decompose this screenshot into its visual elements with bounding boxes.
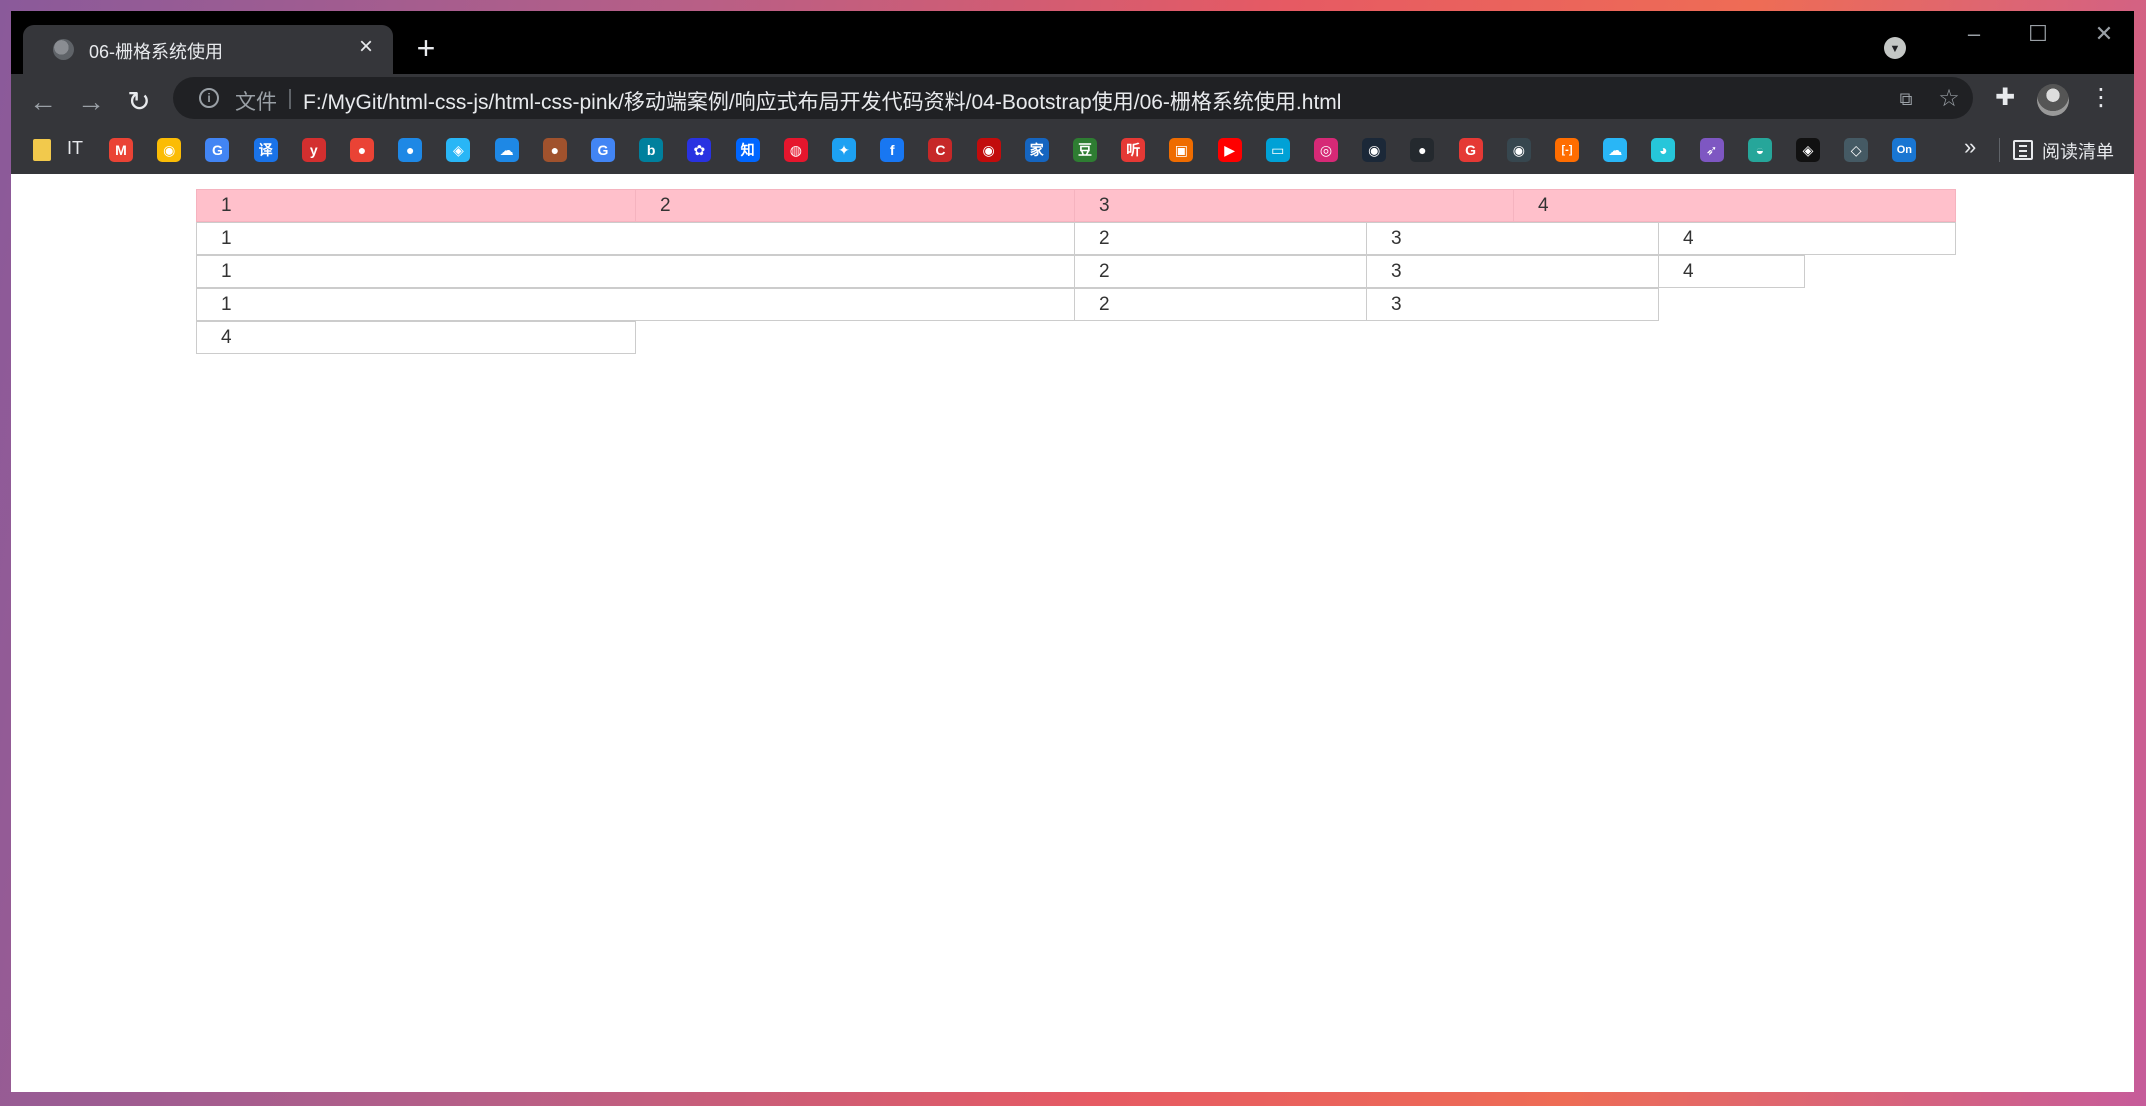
new-tab-button[interactable]: +: [408, 31, 444, 67]
cloud-share-icon[interactable]: ◈: [446, 138, 471, 162]
grid-cell: 4: [196, 321, 636, 354]
baidu-icon[interactable]: ✿: [687, 138, 712, 162]
address-separator: [289, 89, 291, 109]
grid-cell: 3: [1366, 288, 1659, 321]
g-red-icon[interactable]: G: [1458, 138, 1483, 162]
google-translate-icon[interactable]: G: [205, 138, 230, 162]
bilibili-game-icon[interactable]: ▣: [1169, 138, 1194, 162]
bracket-icon[interactable]: [-]: [1555, 138, 1579, 162]
reload-icon[interactable]: ↻: [122, 85, 156, 119]
codepen-icon[interactable]: ◈: [1796, 138, 1820, 162]
tab-strip: 06-栅格系统使用 × + ▼ – ☐ ✕: [11, 11, 2134, 74]
youdao-translate-icon[interactable]: 译: [253, 138, 278, 162]
steam-icon[interactable]: ◉: [1362, 138, 1387, 162]
twitter-icon[interactable]: ✦: [832, 138, 856, 162]
csdn-icon[interactable]: C: [928, 138, 953, 162]
grid-cell: 1: [196, 222, 1075, 255]
youtube-icon[interactable]: ▶: [1217, 138, 1242, 162]
bookmarks-bar: IT M ◉ G 译 y ● ● ◈ ☁ ● Gb ✿ 知 ◍ ✦ f C ◉ 家豆听 ▣ ▶ ▭ ◎ ◉ ● G ◉ [-] ☁ ◕ ➶ ◒…: [11, 126, 2134, 174]
tab-close-icon[interactable]: ×: [353, 34, 379, 60]
bing-icon[interactable]: b: [639, 138, 664, 162]
address-bar[interactable]: i 文件 F:/MyGit/html-css-js/html-css-pink/…: [173, 77, 1973, 119]
globe-icon: [53, 39, 74, 60]
grid-cell: 1: [196, 189, 636, 222]
zhihu-icon[interactable]: 知: [735, 138, 760, 162]
grid-cell: 4: [1658, 222, 1956, 255]
dark-app-icon[interactable]: ◉: [1506, 138, 1531, 162]
tab-title: 06-栅格系统使用: [89, 42, 224, 62]
yinxiang-icon[interactable]: y: [301, 138, 326, 162]
extensions-icon[interactable]: ✚: [1988, 81, 2022, 115]
facebook-icon[interactable]: f: [880, 138, 905, 162]
bilibili-icon[interactable]: ▭: [1265, 138, 1290, 162]
jia-icon[interactable]: 家: [1024, 138, 1049, 162]
minimize-button[interactable]: –: [1944, 19, 2004, 49]
bookmarks-divider: [1999, 138, 2000, 162]
weibo-icon[interactable]: ◍: [783, 138, 808, 162]
grid-cell: 1: [196, 255, 1075, 288]
url-text[interactable]: F:/MyGit/html-css-js/html-css-pink/移动端案例…: [303, 86, 1341, 116]
google-icon[interactable]: G: [591, 138, 615, 162]
netease-music-icon[interactable]: ◉: [976, 138, 1001, 162]
grid-cell: 3: [1366, 255, 1659, 288]
cube-icon[interactable]: ◇: [1844, 138, 1869, 162]
page-content: 1 2 3 4 1 2 3 4 1 2 3 4 1 2 3 4: [11, 174, 2134, 1092]
close-window-button[interactable]: ✕: [2074, 19, 2134, 49]
maximize-button[interactable]: ☐: [2008, 19, 2068, 49]
info-icon[interactable]: i: [199, 88, 219, 108]
ting-icon[interactable]: 听: [1121, 138, 1146, 162]
more-bookmarks-icon[interactable]: »: [1964, 134, 1976, 160]
reading-list-icon[interactable]: [2013, 140, 2033, 160]
bookmark-star-icon[interactable]: ☆: [1935, 85, 1963, 113]
scheme-label: 文件: [235, 91, 277, 114]
cloud-icon[interactable]: ☁: [1603, 138, 1628, 162]
bird-icon[interactable]: ◕: [1651, 138, 1676, 162]
grid-cell: 3: [1074, 189, 1514, 222]
reading-list-label[interactable]: 阅读清单: [2042, 138, 2114, 164]
ufo-icon[interactable]: ◒: [1747, 138, 1772, 162]
github-icon[interactable]: ●: [1410, 138, 1435, 162]
globe-icon[interactable]: ●: [398, 138, 423, 162]
grid-cell: 4: [1513, 189, 1956, 222]
profile-avatar[interactable]: [2037, 84, 2069, 116]
grid-cell: 2: [635, 189, 1075, 222]
douban-icon[interactable]: 豆: [1073, 138, 1097, 162]
back-icon[interactable]: ←: [26, 85, 60, 119]
acorn-icon[interactable]: ●: [542, 138, 567, 162]
folder-icon[interactable]: [33, 139, 51, 161]
grid-cell: 2: [1074, 255, 1367, 288]
tab-active[interactable]: 06-栅格系统使用 ×: [23, 25, 393, 74]
rocket-icon[interactable]: ➶: [1699, 138, 1724, 162]
menu-icon[interactable]: ⋮: [2084, 81, 2118, 115]
on-icon[interactable]: On: [1892, 138, 1917, 162]
chrome-icon[interactable]: ◉: [157, 138, 182, 162]
grid-cell: 1: [196, 288, 1075, 321]
grid-cell: 2: [1074, 222, 1367, 255]
gmail-icon[interactable]: M: [109, 138, 133, 162]
maps-icon[interactable]: ●: [350, 138, 374, 162]
forward-icon[interactable]: →: [74, 85, 108, 119]
baidu-netdisk-icon[interactable]: ☁: [494, 138, 519, 162]
translate-icon[interactable]: ⧉: [1892, 85, 1920, 113]
browser-window: 06-栅格系统使用 × + ▼ – ☐ ✕ ← → ↻ i 文件 F:/MyGi…: [11, 11, 2134, 1092]
grid-cell: 4: [1658, 255, 1805, 288]
grid-cell: 2: [1074, 288, 1367, 321]
instagram-icon[interactable]: ◎: [1314, 138, 1338, 162]
grid-cell: 3: [1366, 222, 1659, 255]
tab-search-icon[interactable]: ▼: [1884, 37, 1906, 59]
bookmark-folder-it[interactable]: IT: [67, 138, 83, 159]
